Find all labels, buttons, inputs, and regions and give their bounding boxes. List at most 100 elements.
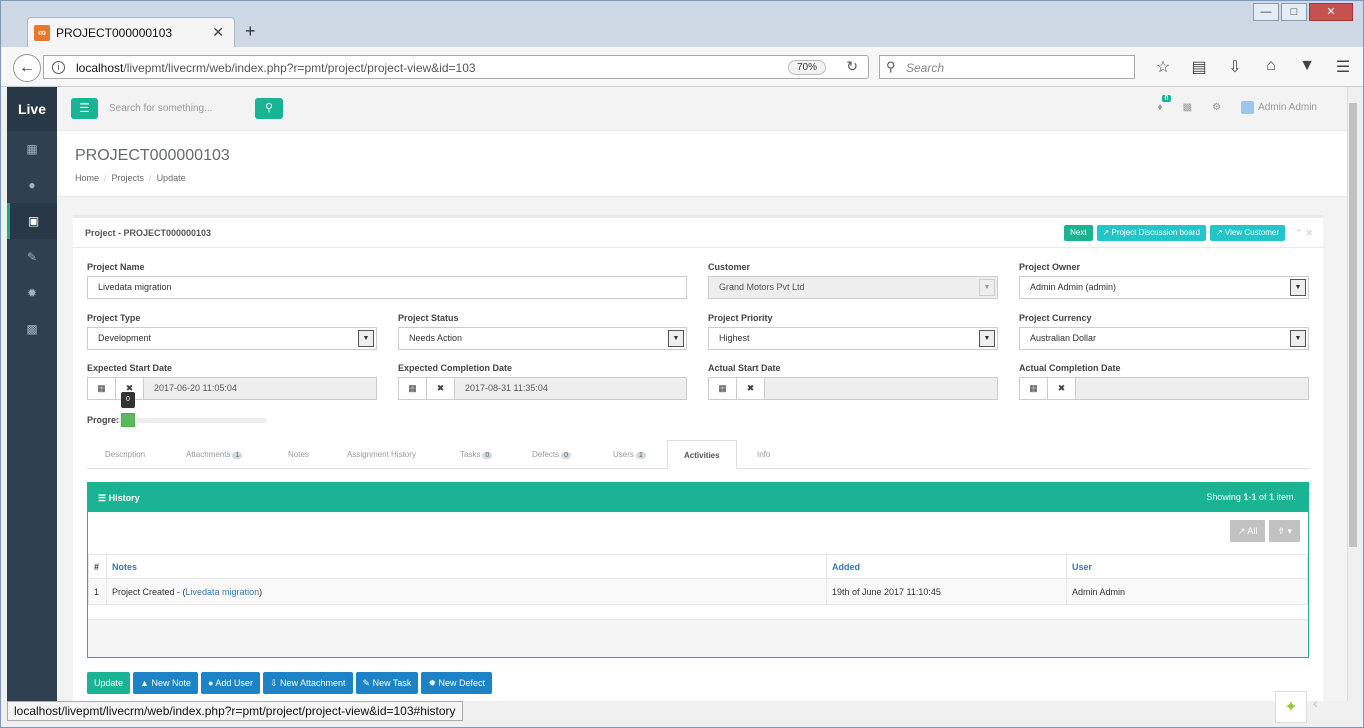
bug-icon[interactable]: ✹ bbox=[7, 275, 57, 311]
browser-search-input[interactable]: ⚲ Search bbox=[879, 55, 1135, 79]
chevron-down-icon: ▼ bbox=[979, 279, 995, 296]
tab-activities[interactable]: Activities bbox=[667, 440, 737, 469]
tab-users[interactable]: Users 1 bbox=[613, 450, 646, 459]
close-box-icon[interactable]: ✕ bbox=[1305, 228, 1313, 238]
collapse-icon[interactable]: ⌃ bbox=[1295, 228, 1303, 238]
main-content: ☰ Search for something... ⚲ ♦ 0 ▩ ⚙ Admin… bbox=[57, 87, 1347, 701]
tab-assignment-history[interactable]: Assignment History bbox=[347, 450, 416, 459]
clear-icon[interactable]: ✖ bbox=[427, 378, 455, 399]
tab-defects[interactable]: Defects 0 bbox=[532, 450, 572, 459]
brand-logo[interactable]: Live bbox=[7, 87, 57, 131]
browser-tab[interactable]: ∞ PROJECT000000103 ✕ bbox=[27, 17, 235, 47]
new-note-button[interactable]: ▲ New Note bbox=[133, 672, 198, 694]
col-added[interactable]: Added bbox=[826, 554, 1067, 579]
project-status-select[interactable]: Needs Action ▼ bbox=[398, 327, 687, 350]
actual-start-input[interactable] bbox=[765, 378, 997, 399]
update-button[interactable]: Update bbox=[87, 672, 131, 694]
project-name-input[interactable]: Livedata migration bbox=[87, 276, 687, 299]
show-all-button[interactable]: ↗ All bbox=[1229, 520, 1266, 542]
hamburger-menu-icon[interactable]: ☰ bbox=[1325, 57, 1361, 77]
history-summary: Showing 1-1 of 1 item. bbox=[1206, 492, 1296, 502]
chevron-down-icon: ▼ bbox=[979, 330, 995, 347]
menu-toggle-button[interactable]: ☰ bbox=[71, 98, 98, 119]
add-user-button[interactable]: ● Add User bbox=[200, 672, 260, 694]
notification-bell-icon[interactable]: ♦ 0 bbox=[1158, 95, 1172, 113]
cell-num: 1 bbox=[88, 578, 107, 605]
clear-icon[interactable]: ✖ bbox=[737, 378, 765, 399]
close-tab-icon[interactable]: ✕ bbox=[212, 24, 224, 41]
scrollbar-thumb[interactable] bbox=[1349, 103, 1357, 547]
chevron-down-icon: ▼ bbox=[358, 330, 374, 347]
project-type-select[interactable]: Development ▼ bbox=[87, 327, 377, 350]
project-owner-select[interactable]: Admin Admin (admin) ▼ bbox=[1019, 276, 1309, 299]
yii-debug-icon[interactable]: ✦ bbox=[1275, 691, 1307, 723]
bookmark-star-icon[interactable]: ☆ bbox=[1145, 57, 1181, 77]
new-task-button[interactable]: ✎ New Task bbox=[355, 672, 419, 694]
tab-notes[interactable]: Notes bbox=[288, 450, 309, 459]
view-customer-button[interactable]: ↗ View Customer bbox=[1209, 225, 1285, 241]
reading-list-icon[interactable]: ▤ bbox=[1181, 57, 1217, 77]
projects-briefcase-icon[interactable]: ▣ bbox=[7, 203, 57, 239]
reload-icon[interactable]: ↻ bbox=[846, 58, 858, 75]
tab-attachments[interactable]: Attachments 1 bbox=[186, 450, 243, 459]
next-button[interactable]: Next bbox=[1064, 225, 1093, 241]
project-currency-select[interactable]: Australian Dollar ▼ bbox=[1019, 327, 1309, 350]
avatar bbox=[1241, 101, 1255, 114]
actual-completion-input[interactable] bbox=[1076, 378, 1308, 399]
progress-tooltip: 0 bbox=[121, 392, 135, 408]
tab-description[interactable]: Description bbox=[105, 450, 145, 459]
zoom-level[interactable]: 70% bbox=[787, 60, 826, 75]
maximize-icon[interactable]: □ bbox=[1281, 3, 1307, 21]
dashboard-icon[interactable]: ▦ bbox=[7, 131, 57, 167]
minimize-icon[interactable]: — bbox=[1253, 3, 1279, 21]
clear-icon[interactable]: ✖ bbox=[1048, 378, 1076, 399]
project-priority-select[interactable]: Highest ▼ bbox=[708, 327, 998, 350]
new-tab-icon[interactable]: + bbox=[245, 21, 256, 42]
breadcrumb-projects[interactable]: Projects bbox=[112, 173, 145, 183]
expected-completion-date: ▦ ✖ 2017-08-31 11:35:04 bbox=[398, 377, 687, 400]
site-info-icon[interactable]: i bbox=[52, 61, 65, 74]
export-button[interactable]: ⇮ ▾ bbox=[1269, 520, 1300, 542]
edit-icon[interactable]: ✎ bbox=[7, 239, 57, 275]
breadcrumb-home[interactable]: Home bbox=[75, 173, 99, 183]
stats-icon[interactable]: ▩ bbox=[1183, 102, 1192, 113]
tab-info[interactable]: Info bbox=[757, 450, 770, 459]
col-notes[interactable]: Notes bbox=[106, 554, 827, 579]
expected-start-input[interactable]: 2017-06-20 11:05:04 bbox=[144, 378, 376, 399]
calendar-icon[interactable]: ▦ bbox=[1020, 378, 1048, 399]
calendar-icon[interactable]: ▦ bbox=[709, 378, 737, 399]
users-count: 1 bbox=[635, 452, 646, 459]
window-controls: — □ ✕ bbox=[1251, 3, 1353, 21]
chevron-left-icon[interactable]: ‹ bbox=[1313, 695, 1318, 711]
new-attachment-button[interactable]: ⇩ New Attachment bbox=[262, 672, 353, 694]
page-scrollbar[interactable] bbox=[1347, 87, 1357, 701]
history-title: ☰ History bbox=[98, 493, 140, 503]
global-search-input[interactable]: Search for something... bbox=[109, 103, 212, 114]
browser-toolbar-icons: ☆ ▤ ⇩ ⌂ ▼ ☰ bbox=[1145, 57, 1361, 77]
home-icon[interactable]: ⌂ bbox=[1253, 57, 1289, 77]
address-bar[interactable]: i localhost/livepmt/livecrm/web/index.ph… bbox=[43, 55, 869, 79]
progress-slider-track[interactable] bbox=[117, 418, 267, 423]
col-user[interactable]: User bbox=[1066, 554, 1308, 579]
calendar-icon[interactable]: ▦ bbox=[399, 378, 427, 399]
pocket-icon[interactable]: ▼ bbox=[1289, 57, 1325, 77]
status-url-tooltip: localhost/livepmt/livecrm/web/index.php?… bbox=[7, 701, 463, 721]
progress-slider-handle[interactable] bbox=[121, 413, 135, 427]
calendar-icon[interactable]: ▦ bbox=[88, 378, 116, 399]
reports-chart-icon[interactable]: ▩ bbox=[7, 311, 57, 347]
download-icon[interactable]: ⇩ bbox=[1217, 57, 1253, 77]
close-window-icon[interactable]: ✕ bbox=[1309, 3, 1353, 21]
back-arrow-icon[interactable]: ← bbox=[13, 54, 41, 82]
settings-gear-icon[interactable]: ⚙ bbox=[1212, 102, 1221, 113]
cell-user: Admin Admin bbox=[1066, 578, 1308, 605]
user-profile[interactable]: Admin Admin bbox=[1241, 101, 1317, 114]
project-link[interactable]: Livedata migration bbox=[186, 587, 260, 597]
expected-completion-input[interactable]: 2017-08-31 11:35:04 bbox=[455, 378, 686, 399]
search-button[interactable]: ⚲ bbox=[255, 98, 283, 119]
tab-tasks[interactable]: Tasks 0 bbox=[460, 450, 493, 459]
discussion-board-button[interactable]: ↗ Project Discussion board bbox=[1096, 225, 1206, 241]
breadcrumb-current: Update bbox=[156, 173, 186, 183]
customers-icon[interactable]: ● bbox=[7, 167, 57, 203]
breadcrumb: Home / Projects / Update bbox=[75, 173, 186, 183]
new-defect-button[interactable]: ✹ New Defect bbox=[421, 672, 493, 694]
